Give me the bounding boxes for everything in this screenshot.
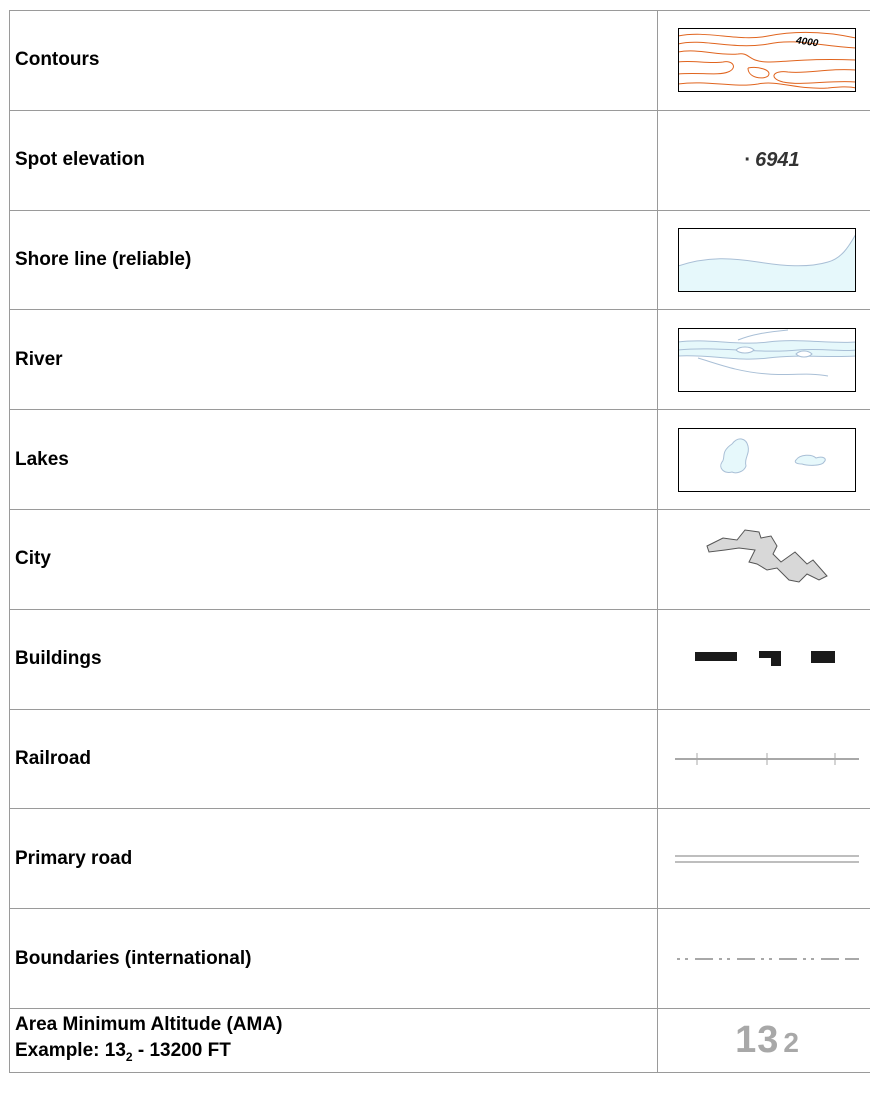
spot-elevation-value: 6941 <box>755 148 800 171</box>
row-label: Buildings <box>9 608 658 710</box>
legend-row-shoreline: Shore line (reliable) <box>9 209 870 311</box>
primary-road-symbol <box>657 808 870 910</box>
international-boundary-symbol <box>657 908 870 1009</box>
legend-row-railroad: Railroad <box>9 708 870 810</box>
spot-dot-icon: · <box>744 148 752 171</box>
buildings-symbol <box>657 608 870 710</box>
legend-row-buildings: Buildings <box>9 608 870 710</box>
row-label: Lakes <box>9 409 658 510</box>
legend-row-spot-elevation: Spot elevation · 6941 <box>9 109 870 211</box>
ama-label-line2: Example: 132 - 13200 FT <box>15 1038 657 1070</box>
shoreline-symbol <box>657 209 870 311</box>
row-label: Shore line (reliable) <box>9 209 658 311</box>
legend-table: Contours 4000 Spot elevation · 6941 Shor… <box>9 10 870 1073</box>
legend-row-city: City <box>9 508 870 610</box>
ama-value-big: 13 <box>735 1018 780 1061</box>
spot-elevation-symbol: · 6941 <box>657 109 870 211</box>
ama-label: Area Minimum Altitude (AMA) Example: 132… <box>9 1007 658 1073</box>
city-symbol <box>657 508 870 610</box>
lakes-symbol <box>657 409 870 510</box>
legend-row-primary-road: Primary road <box>9 808 870 910</box>
row-label: River <box>9 309 658 411</box>
railroad-symbol <box>657 708 870 810</box>
row-label: Boundaries (international) <box>9 908 658 1009</box>
legend-row-river: River <box>9 309 870 411</box>
row-label: Primary road <box>9 808 658 910</box>
legend-row-international-boundary: Boundaries (international) <box>9 908 870 1009</box>
row-label: Contours <box>9 10 658 111</box>
ama-label-line1: Area Minimum Altitude (AMA) <box>15 1013 283 1035</box>
river-symbol <box>657 309 870 411</box>
legend-row-contours: Contours 4000 <box>9 10 870 111</box>
legend-row-ama: Area Minimum Altitude (AMA) Example: 132… <box>9 1007 870 1073</box>
ama-value-small: 2 <box>783 1026 799 1058</box>
ama-example-suffix: - 13200 FT <box>132 1039 231 1061</box>
row-label: Railroad <box>9 708 658 810</box>
legend-row-lakes: Lakes <box>9 409 870 510</box>
row-label: City <box>9 508 658 610</box>
ama-symbol: 13 2 <box>657 1007 870 1073</box>
ama-example-prefix: Example: 13 <box>15 1039 126 1061</box>
ama-example-subscript: 2 <box>125 1049 133 1064</box>
row-label: Spot elevation <box>9 109 658 211</box>
contour-value-label: 4000 <box>794 36 819 50</box>
contours-symbol: 4000 <box>657 10 870 111</box>
